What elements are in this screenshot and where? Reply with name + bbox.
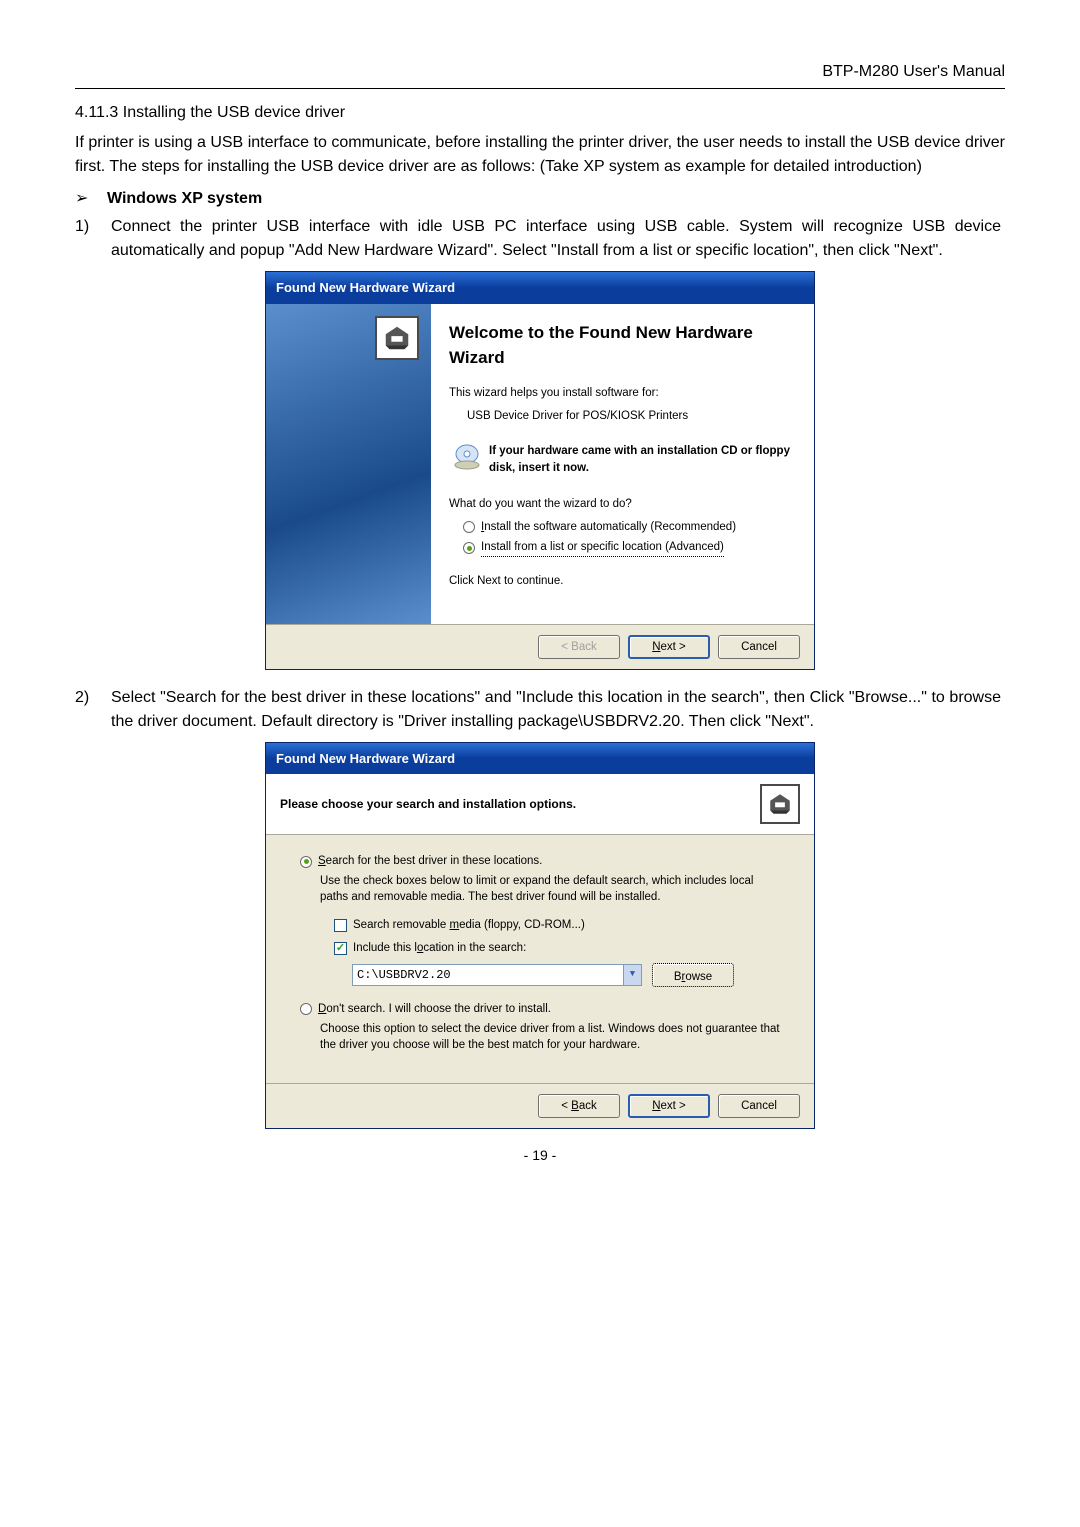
wizard-1-sidepanel [266, 304, 431, 624]
next-button-2[interactable]: Next > [628, 1094, 710, 1118]
browse-button[interactable]: Browse [652, 963, 734, 987]
radio-specific-label: Install from a list or specific location… [481, 539, 724, 557]
bullet-symbol: ➢ [75, 187, 93, 211]
wizard-1-titlebar: Found New Hardware Wizard [266, 272, 814, 304]
back-button: < Back [538, 635, 620, 659]
wizard-2: Found New Hardware Wizard Please choose … [265, 742, 815, 1130]
radio-dont-icon[interactable] [300, 1003, 312, 1015]
wizard-2-header: Please choose your search and installati… [266, 774, 814, 835]
hardware-logo-small-icon [760, 784, 800, 824]
wizard-1-helps-text: This wizard helps you install software f… [449, 385, 796, 402]
hardware-logo-icon [375, 316, 419, 360]
search-desc: Use the check boxes below to limit or ex… [320, 874, 780, 905]
path-row: C:\USBDRV2.20 ▼ Browse [352, 963, 780, 987]
wizard-1-footer: < Back Next > Cancel [266, 624, 814, 669]
radio-dont-search[interactable]: Don't search. I will choose the driver t… [300, 1001, 780, 1018]
radio-search-locations[interactable]: Search for the best driver in these loca… [300, 853, 780, 870]
radio-search-label: Search for the best driver in these loca… [318, 853, 542, 870]
checkbox-include[interactable]: Include this location in the search: [334, 940, 780, 957]
next-button[interactable]: Next > [628, 635, 710, 659]
path-value: C:\USBDRV2.20 [357, 966, 451, 984]
dropdown-arrow-icon[interactable]: ▼ [623, 965, 641, 985]
wizard-1-continue: Click Next to continue. [449, 573, 796, 590]
radio-auto[interactable]: Install the software automatically (Reco… [463, 519, 796, 536]
radio-dont-label: Don't search. I will choose the driver t… [318, 1001, 551, 1018]
intro-paragraph: If printer is using a USB interface to c… [75, 131, 1005, 179]
wizard-2-titlebar: Found New Hardware Wizard [266, 743, 814, 775]
radio-specific[interactable]: Install from a list or specific location… [463, 539, 796, 557]
step-1: 1) Connect the printer USB interface wit… [75, 215, 1005, 263]
wizard-2-body: Search for the best driver in these loca… [266, 835, 814, 1083]
radio-auto-label: Install the software automatically (Reco… [481, 519, 736, 536]
checkbox-removable[interactable]: Search removable media (floppy, CD-ROM..… [334, 917, 780, 934]
step-2-number: 2) [75, 686, 97, 734]
back-button-2[interactable]: < Back [538, 1094, 620, 1118]
step-1-text: Connect the printer USB interface with i… [111, 215, 1005, 263]
cd-icon [453, 443, 481, 476]
step-2-text: Select "Search for the best driver in th… [111, 686, 1005, 734]
cd-hint-row: If your hardware came with an installati… [453, 443, 796, 478]
checkbox-removable-label: Search removable media (floppy, CD-ROM..… [353, 917, 585, 934]
wizard-1-mainpanel: Welcome to the Found New Hardware Wizard… [431, 304, 814, 624]
radio-auto-icon[interactable] [463, 521, 475, 533]
wizard-2-footer: < Back Next > Cancel [266, 1083, 814, 1128]
page-number: - 19 - [75, 1145, 1005, 1166]
checkbox-include-icon[interactable] [334, 942, 347, 955]
section-heading: 4.11.3 Installing the USB device driver [75, 101, 1005, 125]
radio-search-icon[interactable] [300, 856, 312, 868]
checkbox-removable-icon[interactable] [334, 919, 347, 932]
wizard-1-question: What do you want the wizard to do? [449, 496, 796, 513]
cancel-button[interactable]: Cancel [718, 635, 800, 659]
cancel-button-2[interactable]: Cancel [718, 1094, 800, 1118]
path-combobox[interactable]: C:\USBDRV2.20 ▼ [352, 964, 642, 986]
wizard-1-device-name: USB Device Driver for POS/KIOSK Printers [467, 408, 796, 425]
checkbox-include-label: Include this location in the search: [353, 940, 526, 957]
dont-desc: Choose this option to select the device … [320, 1022, 780, 1053]
bullet-text: Windows XP system [107, 187, 262, 211]
bullet-row: ➢ Windows XP system [75, 187, 1005, 211]
wizard-1-heading: Welcome to the Found New Hardware Wizard [449, 320, 796, 371]
radio-specific-icon[interactable] [463, 542, 475, 554]
cd-hint-text: If your hardware came with an installati… [489, 443, 796, 478]
step-2: 2) Select "Search for the best driver in… [75, 686, 1005, 734]
wizard-2-header-text: Please choose your search and installati… [280, 795, 576, 813]
header-right: BTP-M280 User's Manual [75, 60, 1005, 89]
step-1-number: 1) [75, 215, 97, 263]
wizard-1: Found New Hardware Wizard Welcome to the… [265, 271, 815, 670]
